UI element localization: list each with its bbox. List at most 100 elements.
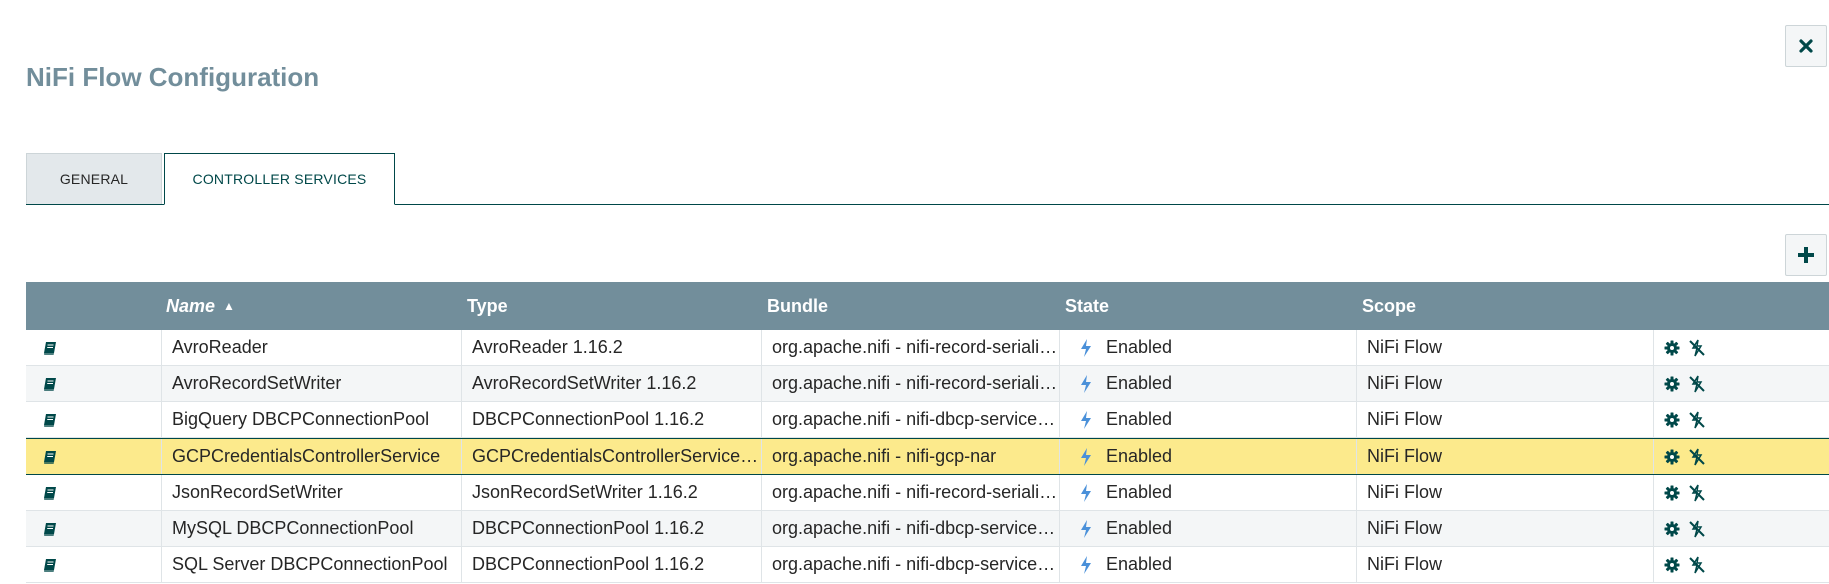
table-row[interactable]: SQL Server DBCPConnectionPool DBCPConnec…: [26, 547, 1829, 583]
column-header-bundle[interactable]: Bundle: [767, 282, 828, 330]
cell-state: Enabled: [1059, 366, 1356, 401]
cell-bundle: org.apache.nifi - nifi-dbcp-service-nar: [761, 547, 1059, 582]
cell-bundle-text: org.apache.nifi - nifi-record-serializat…: [772, 337, 1059, 357]
cell-bundle: org.apache.nifi - nifi-dbcp-service-nar: [761, 402, 1059, 437]
disable-service-icon[interactable]: [1688, 484, 1706, 502]
usage-book-icon[interactable]: [42, 485, 58, 501]
column-header-state[interactable]: State: [1065, 282, 1109, 330]
gear-icon[interactable]: [1664, 376, 1680, 392]
cell-state: Enabled: [1059, 439, 1356, 474]
cell-actions: [1653, 402, 1829, 437]
cell-name: SQL Server DBCPConnectionPool: [161, 547, 461, 582]
cell-bundle: org.apache.nifi - nifi-gcp-nar: [761, 439, 1059, 474]
cell-scope: NiFi Flow: [1356, 330, 1653, 365]
close-button[interactable]: [1785, 25, 1827, 67]
usage-book-icon[interactable]: [42, 340, 58, 356]
cell-bundle-text: org.apache.nifi - nifi-dbcp-service-nar: [772, 409, 1059, 429]
cell-name: BigQuery DBCPConnectionPool: [161, 402, 461, 437]
enabled-bolt-icon: [1080, 483, 1092, 502]
cell-state: Enabled: [1059, 475, 1356, 510]
cell-scope-text: NiFi Flow: [1367, 482, 1442, 502]
enabled-bolt-icon: [1080, 338, 1092, 357]
cell-actions: [1653, 439, 1829, 474]
dialog-title: NiFi Flow Configuration: [26, 62, 320, 92]
add-controller-service-button[interactable]: [1785, 234, 1827, 276]
usage-book-icon[interactable]: [42, 376, 58, 392]
gear-icon[interactable]: [1664, 485, 1680, 501]
usage-book-icon[interactable]: [42, 412, 58, 428]
usage-book-icon[interactable]: [42, 449, 58, 465]
cell-scope-text: NiFi Flow: [1367, 446, 1442, 466]
tab-bar: GENERAL CONTROLLER SERVICES: [26, 153, 1829, 205]
gear-icon[interactable]: [1664, 449, 1680, 465]
cell-type: AvroReader 1.16.2: [461, 330, 761, 365]
cell-bundle-text: org.apache.nifi - nifi-record-serializat…: [772, 373, 1059, 393]
cell-name: MySQL DBCPConnectionPool: [161, 511, 461, 546]
cell-name: JsonRecordSetWriter: [161, 475, 461, 510]
column-header-scope[interactable]: Scope: [1362, 282, 1416, 330]
tab-controller-services[interactable]: CONTROLLER SERVICES: [164, 153, 395, 205]
row-info-cell: [26, 475, 161, 510]
cell-type: DBCPConnectionPool 1.16.2: [461, 547, 761, 582]
enabled-bolt-icon: [1080, 374, 1092, 393]
table-row[interactable]: JsonRecordSetWriter JsonRecordSetWriter …: [26, 475, 1829, 511]
table-row[interactable]: BigQuery DBCPConnectionPool DBCPConnecti…: [26, 402, 1829, 438]
table-row[interactable]: AvroReader AvroReader 1.16.2 org.apache.…: [26, 330, 1829, 366]
enabled-bolt-icon: [1080, 555, 1092, 574]
controller-services-table: Name ▲ Type Bundle State Scope AvroReade…: [26, 282, 1829, 583]
cell-scope: NiFi Flow: [1356, 366, 1653, 401]
close-icon: [1799, 39, 1813, 53]
cell-name-text: BigQuery DBCPConnectionPool: [172, 409, 430, 429]
usage-book-icon[interactable]: [42, 521, 58, 537]
cell-scope-text: NiFi Flow: [1367, 409, 1442, 429]
cell-name-text: MySQL DBCPConnectionPool: [172, 518, 414, 538]
cell-state-text: Enabled: [1106, 409, 1173, 429]
cell-state-text: Enabled: [1106, 518, 1173, 538]
cell-bundle: org.apache.nifi - nifi-dbcp-service-nar: [761, 511, 1059, 546]
cell-name: AvroRecordSetWriter: [161, 366, 461, 401]
column-header-type[interactable]: Type: [467, 282, 508, 330]
cell-type: JsonRecordSetWriter 1.16.2: [461, 475, 761, 510]
cell-state: Enabled: [1059, 511, 1356, 546]
tab-general[interactable]: GENERAL: [26, 153, 162, 204]
usage-book-icon[interactable]: [42, 557, 58, 573]
gear-icon[interactable]: [1664, 521, 1680, 537]
row-info-cell: [26, 511, 161, 546]
cell-scope: NiFi Flow: [1356, 439, 1653, 474]
cell-state: Enabled: [1059, 330, 1356, 365]
table-row[interactable]: GCPCredentialsControllerService GCPCrede…: [26, 438, 1829, 475]
cell-scope-text: NiFi Flow: [1367, 337, 1442, 357]
disable-service-icon[interactable]: [1688, 556, 1706, 574]
cell-type-text: AvroReader 1.16.2: [472, 337, 623, 357]
cell-state-text: Enabled: [1106, 554, 1173, 574]
cell-scope: NiFi Flow: [1356, 475, 1653, 510]
gear-icon[interactable]: [1664, 557, 1680, 573]
gear-icon[interactable]: [1664, 412, 1680, 428]
cell-type-text: GCPCredentialsControllerService 1.16.2: [472, 446, 761, 466]
row-info-cell: [26, 330, 161, 365]
row-info-cell: [26, 547, 161, 582]
cell-name-text: SQL Server DBCPConnectionPool: [172, 554, 448, 574]
disable-service-icon[interactable]: [1688, 411, 1706, 429]
cell-scope: NiFi Flow: [1356, 511, 1653, 546]
cell-state-text: Enabled: [1106, 482, 1173, 502]
cell-bundle: org.apache.nifi - nifi-record-serializat…: [761, 475, 1059, 510]
cell-actions: [1653, 366, 1829, 401]
row-info-cell: [26, 439, 161, 474]
table-row[interactable]: AvroRecordSetWriter AvroRecordSetWriter …: [26, 366, 1829, 402]
column-header-name[interactable]: Name ▲: [166, 282, 235, 330]
table-row[interactable]: MySQL DBCPConnectionPool DBCPConnectionP…: [26, 511, 1829, 547]
cell-actions: [1653, 330, 1829, 365]
cell-scope-text: NiFi Flow: [1367, 554, 1442, 574]
cell-type: DBCPConnectionPool 1.16.2: [461, 511, 761, 546]
cell-name: GCPCredentialsControllerService: [161, 439, 461, 474]
enabled-bolt-icon: [1080, 410, 1092, 429]
cell-name-text: AvroReader: [172, 337, 268, 357]
disable-service-icon[interactable]: [1688, 448, 1706, 466]
sort-ascending-icon: ▲: [223, 299, 235, 313]
disable-service-icon[interactable]: [1688, 375, 1706, 393]
disable-service-icon[interactable]: [1688, 339, 1706, 357]
gear-icon[interactable]: [1664, 340, 1680, 356]
cell-name-text: JsonRecordSetWriter: [172, 482, 343, 502]
disable-service-icon[interactable]: [1688, 520, 1706, 538]
